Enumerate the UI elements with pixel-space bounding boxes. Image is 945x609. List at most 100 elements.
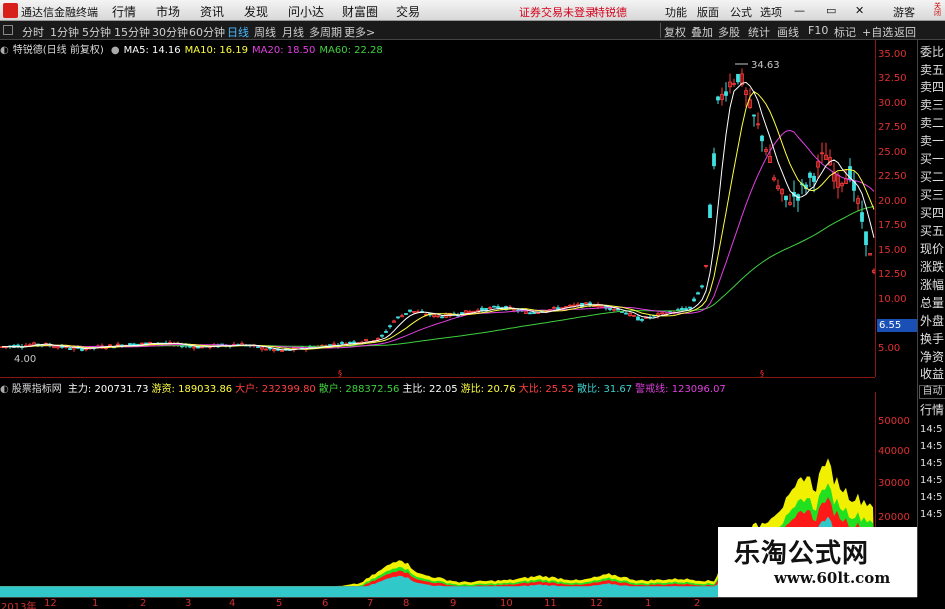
menu-function[interactable]: 功能 — [665, 4, 687, 20]
side-tab[interactable]: 买三 — [920, 188, 945, 203]
minimize-icon[interactable]: — — [794, 4, 805, 17]
event-marker-icon: § — [760, 369, 764, 377]
date-tick: 3 — [185, 598, 192, 609]
menu-formula[interactable]: 公式 — [730, 4, 752, 20]
side-tab[interactable]: 卖三 — [920, 98, 945, 113]
window-close-tab[interactable]: 关闭 — [930, 0, 945, 21]
date-tick: 12 — [44, 598, 57, 609]
restore-icon[interactable]: ▭ — [826, 4, 836, 17]
candle-body — [340, 342, 344, 344]
side-tab[interactable]: 净资 — [920, 350, 945, 365]
add-watchlist-button[interactable]: +自选 — [862, 24, 893, 40]
candle-body — [388, 325, 392, 328]
side-tab[interactable]: 收益 — [920, 367, 945, 382]
tab-5min[interactable]: 5分钟 — [82, 24, 111, 40]
side-tab[interactable]: 买五 — [920, 224, 945, 239]
tab-daily[interactable]: 日线 — [227, 24, 249, 40]
date-tick: 6 — [322, 598, 329, 609]
f10-button[interactable]: F10 — [808, 24, 828, 37]
window-close-label: 关闭 — [933, 2, 942, 16]
menu-news[interactable]: 资讯 — [200, 3, 224, 20]
overlay-button[interactable]: 叠加 — [691, 24, 713, 40]
side-tab[interactable]: 涨幅 — [920, 278, 945, 293]
tab-weekly[interactable]: 周线 — [254, 24, 276, 40]
menu-options[interactable]: 选项 — [760, 4, 782, 20]
tick-time: 14:5 — [920, 424, 943, 435]
restore-rights-button[interactable]: 复权 — [664, 24, 686, 40]
menu-market[interactable]: 市场 — [156, 3, 180, 20]
price-tick: 27.50 — [878, 122, 907, 133]
candle-body — [860, 212, 864, 222]
menu-layout[interactable]: 版面 — [697, 4, 719, 20]
site-watermark: 乐淘公式网 www.60lt.com — [718, 527, 917, 597]
candle-body — [760, 135, 764, 142]
candle-body — [700, 285, 704, 288]
candle-body — [752, 114, 756, 117]
candle-body — [188, 345, 192, 348]
price-axis[interactable]: 35.00 32.50 30.00 27.50 25.00 22.50 20.0… — [875, 40, 917, 377]
legend-settings-icon[interactable]: ◐ — [0, 45, 9, 56]
ma20-line — [1, 129, 875, 349]
draw-line-button[interactable]: 画线 — [777, 24, 799, 40]
tab-60min[interactable]: 60分钟 — [189, 24, 225, 40]
tab-30min[interactable]: 30分钟 — [152, 24, 188, 40]
date-tick: 8 — [403, 598, 410, 609]
guest-user[interactable]: 游客 — [893, 4, 915, 20]
tab-15min[interactable]: 15分钟 — [114, 24, 150, 40]
menu-trade[interactable]: 交易 — [396, 3, 420, 20]
tab-monthly[interactable]: 月线 — [282, 24, 304, 40]
candle-body — [640, 318, 644, 321]
statistics-button[interactable]: 统计 — [748, 24, 770, 40]
date-tick: 10 — [500, 598, 513, 609]
side-tab[interactable]: 卖五 — [920, 63, 945, 78]
kline-chart[interactable]: 34.63 4.00 — [0, 40, 875, 377]
price-tick: 17.50 — [878, 220, 907, 231]
price-tick: 12.50 — [878, 269, 907, 280]
candle-body — [496, 306, 500, 309]
tab-more[interactable]: 更多> — [344, 24, 375, 40]
candle-body — [584, 302, 588, 305]
date-tick: 1 — [645, 598, 652, 609]
side-tab[interactable]: 行情 — [920, 403, 945, 418]
side-tab[interactable]: 外盘 — [920, 314, 945, 329]
tab-multi-period[interactable]: 多周期 — [309, 24, 342, 40]
side-tab[interactable]: 涨跌 — [920, 260, 945, 275]
login-status[interactable]: 证券交易未登录 — [519, 4, 596, 20]
price-tick: 30.00 — [878, 98, 907, 109]
price-tick: 35.00 — [878, 49, 907, 60]
candle-body — [736, 73, 740, 83]
side-tab[interactable]: 买二 — [920, 170, 945, 185]
panel-toggle-icon[interactable] — [3, 25, 13, 35]
menu-ask[interactable]: 问小达 — [288, 3, 324, 20]
side-tab[interactable]: 卖二 — [920, 116, 945, 131]
watermark-title: 乐淘公式网 — [734, 539, 870, 569]
menu-quotes[interactable]: 行情 — [112, 3, 136, 20]
menu-discover[interactable]: 发现 — [244, 3, 268, 20]
candle-body — [556, 307, 560, 310]
current-stock-name: 特锐德 — [594, 6, 627, 19]
candle-body — [696, 292, 700, 295]
date-tick: 7 — [367, 598, 374, 609]
candle-body — [80, 348, 84, 351]
tab-timeshare[interactable]: 分时 — [22, 24, 44, 40]
tick-time: 14:5 — [920, 441, 943, 452]
side-tab[interactable]: 卖一 — [920, 134, 945, 149]
side-tab[interactable]: 买一 — [920, 152, 945, 167]
pane-divider[interactable] — [0, 377, 875, 378]
multi-stock-button[interactable]: 多股 — [718, 24, 740, 40]
back-button[interactable]: 返回 — [894, 24, 916, 40]
tab-1min[interactable]: 1分钟 — [50, 24, 79, 40]
side-tab[interactable]: 买四 — [920, 206, 945, 221]
side-tab[interactable]: 卖四 — [920, 80, 945, 95]
side-tab[interactable]: 现价 — [920, 242, 945, 257]
candle-body — [716, 96, 720, 101]
mark-button[interactable]: 标记 — [834, 24, 856, 40]
candle-body — [600, 305, 604, 308]
menu-wealth[interactable]: 财富圈 — [342, 3, 378, 20]
side-tab[interactable]: 委比 — [920, 45, 945, 60]
auto-refresh-button[interactable]: 自动 — [919, 385, 945, 399]
candle-body — [380, 334, 384, 337]
side-tab[interactable]: 换手 — [920, 332, 945, 347]
close-icon[interactable]: ✕ — [855, 4, 864, 17]
side-tab[interactable]: 总量 — [920, 296, 945, 311]
